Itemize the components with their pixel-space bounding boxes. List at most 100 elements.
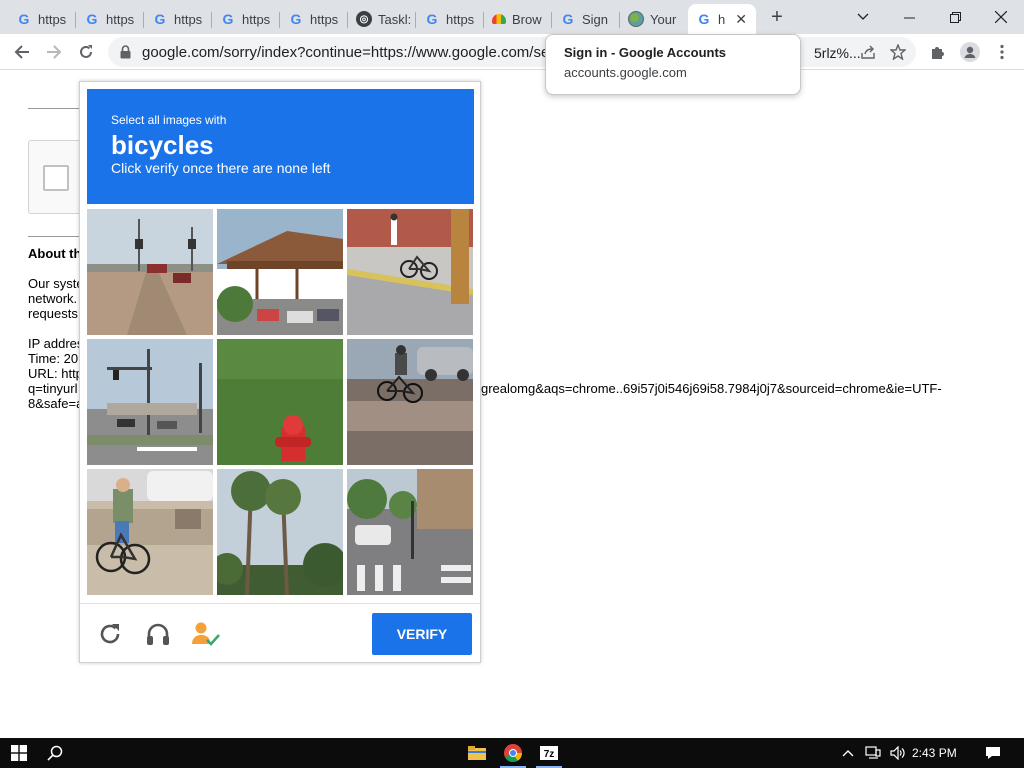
- recaptcha-checkbox[interactable]: [43, 165, 69, 191]
- tab-label: https: [446, 11, 475, 27]
- tab-3[interactable]: G https: [144, 4, 212, 34]
- about-heading: About th: [28, 246, 82, 261]
- captcha-hint: Click verify once there are none left: [111, 160, 331, 176]
- captcha-header: Select all images with bicycles Click ve…: [87, 89, 474, 204]
- tab-11-active[interactable]: G h ✕: [688, 4, 756, 34]
- clock[interactable]: 2:43 PM: [912, 746, 957, 760]
- url-continuation: grealomg&aqs=chrome..69i57j0i546j69i58.7…: [481, 381, 942, 396]
- close-tab-icon[interactable]: ✕: [735, 11, 747, 28]
- tab-1[interactable]: G https: [8, 4, 76, 34]
- forward-button[interactable]: [40, 38, 68, 66]
- tile-intersection-traffic-lights[interactable]: [87, 339, 213, 465]
- tile-pavilion-parking[interactable]: [217, 209, 343, 335]
- tab-5[interactable]: G https: [280, 4, 348, 34]
- hover-card-domain: accounts.google.com: [564, 65, 687, 80]
- reload-icon: [80, 45, 92, 58]
- chevron-down-icon: [857, 13, 869, 20]
- puzzle-icon: [932, 47, 944, 59]
- reload-challenge-button[interactable]: [94, 618, 126, 650]
- avatar-icon: [960, 42, 980, 62]
- verify-button[interactable]: VERIFY: [372, 613, 472, 655]
- restore-button[interactable]: [932, 0, 978, 34]
- captcha-target: bicycles: [111, 130, 214, 160]
- google-g-icon: G: [222, 11, 234, 27]
- hover-card-title: Sign in - Google Accounts: [564, 45, 727, 60]
- notification-icon: [986, 747, 1000, 759]
- tab-label: https: [38, 11, 67, 27]
- time-line: Time: 20: [28, 351, 79, 366]
- tile-street-traffic-lights[interactable]: [87, 209, 213, 335]
- search-button[interactable]: [38, 738, 72, 768]
- chevron-up-icon: [842, 750, 854, 757]
- tile-cyclist-on-street[interactable]: [347, 339, 473, 465]
- bookmark-button[interactable]: [884, 38, 912, 66]
- globe-icon: [628, 11, 644, 27]
- tile-person-with-bicycle-sidewalk[interactable]: [347, 209, 473, 335]
- close-window-button[interactable]: [978, 0, 1024, 34]
- tile-crosswalk-street[interactable]: [347, 469, 473, 595]
- chrome-taskbar-button[interactable]: [496, 738, 530, 768]
- tab-8[interactable]: Brow: [484, 4, 552, 34]
- start-button[interactable]: [2, 738, 36, 768]
- tab-label: Sign: [582, 11, 609, 27]
- tile-cyclist-riding-bicycle[interactable]: [87, 469, 213, 595]
- google-g-icon: G: [426, 11, 438, 27]
- recaptcha-widget: [28, 140, 84, 214]
- notifications-button[interactable]: [976, 738, 1010, 768]
- network-button[interactable]: [860, 738, 886, 768]
- show-hidden-icons-button[interactable]: [836, 738, 860, 768]
- back-button[interactable]: [8, 38, 36, 66]
- help-button[interactable]: [190, 618, 222, 650]
- forward-arrow-icon: [47, 45, 62, 59]
- safe-line: 8&safe=a: [28, 396, 84, 411]
- volume-button[interactable]: [886, 738, 910, 768]
- browser-toolbar: google.com/sorry/index?continue=https://…: [0, 34, 1024, 70]
- profile-button[interactable]: [956, 38, 984, 66]
- share-button[interactable]: [854, 38, 882, 66]
- tab-10[interactable]: Your: [620, 4, 688, 34]
- tab-6[interactable]: ◎ Taskl:: [348, 4, 416, 34]
- tab-hover-card: Sign in - Google Accounts accounts.googl…: [545, 34, 801, 95]
- lock-icon: [120, 45, 131, 59]
- tab-7[interactable]: G https: [416, 4, 484, 34]
- tab-search-button[interactable]: [840, 0, 886, 34]
- new-tab-button[interactable]: +: [766, 6, 788, 28]
- menu-button[interactable]: [988, 38, 1016, 66]
- 7zip-taskbar-button[interactable]: 7z: [532, 738, 566, 768]
- svg-text:7z: 7z: [544, 749, 555, 760]
- rainbow-icon: [492, 14, 506, 24]
- tile-fire-hydrant-grass[interactable]: [217, 339, 343, 465]
- url-line: URL: http: [28, 366, 83, 381]
- captcha-footer: VERIFY: [80, 603, 480, 663]
- chrome-icon: [504, 744, 522, 762]
- audio-challenge-button[interactable]: [142, 618, 174, 650]
- windows-taskbar: 7z 2:43 PM: [0, 738, 1024, 768]
- extensions-button[interactable]: [924, 38, 952, 66]
- tab-2[interactable]: G https: [76, 4, 144, 34]
- reload-button[interactable]: [72, 38, 100, 66]
- tab-label: https: [310, 11, 339, 27]
- tile-palm-trees[interactable]: [217, 469, 343, 595]
- google-g-icon: G: [290, 11, 302, 27]
- info-line: Our syste: [28, 276, 84, 291]
- minimize-button[interactable]: [886, 0, 932, 34]
- info-line: requests: [28, 306, 78, 321]
- search-icon: [47, 745, 63, 761]
- tab-4[interactable]: G https: [212, 4, 280, 34]
- google-g-icon: G: [86, 11, 98, 27]
- tab-9[interactable]: G Sign: [552, 4, 620, 34]
- info-line: network.: [28, 291, 78, 306]
- refresh-icon: [100, 624, 120, 644]
- tab-label: https: [242, 11, 271, 27]
- minimize-icon: [903, 17, 915, 18]
- tab-strip: G https G https G https G https G https …: [0, 0, 1024, 34]
- file-explorer-button[interactable]: [460, 738, 494, 768]
- captcha-instruction: Select all images with: [111, 113, 227, 127]
- 7zip-icon: 7z: [540, 746, 558, 760]
- speaker-icon: [890, 746, 905, 760]
- captcha-image-grid: [87, 209, 474, 596]
- tab-label: Your: [650, 11, 677, 27]
- headphones-icon: [147, 623, 169, 645]
- tab-label: Brow: [512, 11, 542, 27]
- file-explorer-icon: [468, 746, 486, 760]
